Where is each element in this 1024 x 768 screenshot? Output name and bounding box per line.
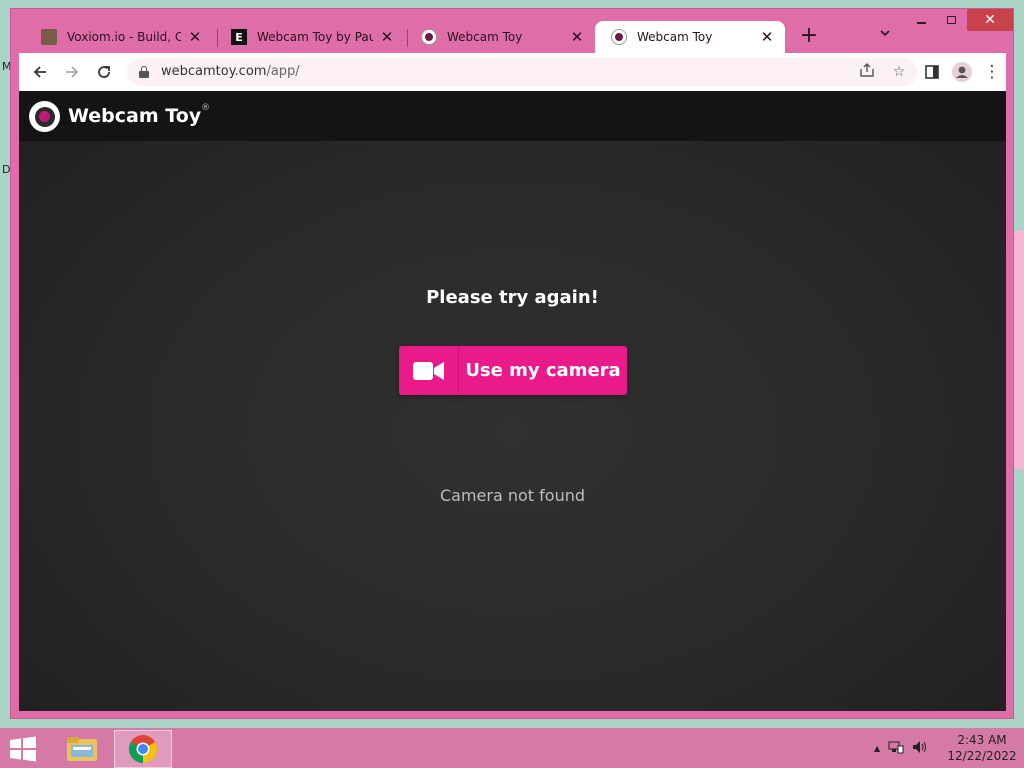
address-bar[interactable]: webcamtoy.com/app/ ☆ — [127, 58, 917, 86]
share-icon[interactable] — [857, 62, 877, 82]
lock-icon[interactable] — [139, 66, 149, 78]
taskbar-clock[interactable]: 2:43 AM 12/22/2022 — [944, 732, 1020, 764]
tab-strip: Voxiom.io - Build, Craft ✕ E Webcam Toy … — [11, 9, 1013, 53]
use-my-camera-button[interactable]: Use my camera — [399, 346, 627, 395]
tray-expand-icon[interactable]: ▲ — [874, 744, 880, 753]
side-panel-icon[interactable] — [919, 59, 945, 85]
tab-webcam-toy-by-paul[interactable]: E Webcam Toy by Paul Ne ✕ — [215, 21, 405, 53]
tab-search-chevron-icon[interactable] — [875, 27, 895, 47]
taskbar: ▲ 2:43 AM 12/22/2022 — [0, 728, 1024, 768]
desktop-wallpaper-shape — [1014, 230, 1024, 470]
tab-title: Webcam Toy by Paul Ne — [257, 30, 373, 44]
tab-close-icon[interactable]: ✕ — [569, 29, 585, 45]
tab-title: Webcam Toy — [637, 30, 713, 44]
tab-voxiom[interactable]: Voxiom.io - Build, Craft ✕ — [25, 21, 213, 53]
system-tray: ▲ — [874, 738, 928, 758]
network-icon[interactable] — [888, 740, 904, 757]
maximize-button[interactable] — [937, 9, 965, 31]
url-path: /app/ — [266, 64, 300, 79]
url-host: webcamtoy.com — [161, 64, 267, 79]
windows-start-icon[interactable] — [8, 736, 38, 762]
back-arrow-icon — [33, 66, 46, 78]
close-window-button[interactable]: ✕ — [967, 9, 1013, 31]
tab-close-icon[interactable]: ✕ — [379, 29, 395, 45]
camera-button-label: Use my camera — [465, 360, 621, 381]
chrome-taskbar-icon[interactable] — [114, 730, 172, 768]
site-header: Webcam Toy® — [19, 91, 1006, 141]
registered-mark: ® — [201, 103, 211, 113]
camera-status-message: Camera not found — [439, 486, 586, 505]
reload-icon — [98, 66, 110, 78]
url-text[interactable]: webcamtoy.com/app/ — [161, 64, 300, 79]
tab-close-icon[interactable]: ✕ — [187, 29, 203, 45]
file-explorer-icon[interactable] — [58, 730, 106, 768]
tab-title: Webcam Toy — [447, 30, 523, 44]
letter-e-icon: E — [231, 29, 247, 45]
tab-title: Voxiom.io - Build, Craft — [67, 30, 181, 44]
retry-prompt: Please try again! — [426, 287, 599, 308]
minimize-button[interactable] — [907, 9, 935, 31]
browser-toolbar: webcamtoy.com/app/ ☆ ⋮ — [19, 53, 1006, 91]
site-name-text: Webcam Toy — [68, 105, 202, 127]
forward-arrow-icon — [66, 66, 79, 78]
back-button[interactable] — [27, 59, 53, 85]
bookmark-star-icon[interactable]: ☆ — [889, 62, 909, 82]
browser-window: Voxiom.io - Build, Craft ✕ E Webcam Toy … — [10, 8, 1014, 719]
browser-menu-icon[interactable]: ⋮ — [979, 59, 1005, 85]
new-tab-button[interactable]: + — [797, 25, 821, 49]
webcamtoy-icon — [421, 29, 437, 45]
volume-icon[interactable] — [912, 740, 928, 757]
clock-date: 12/22/2022 — [947, 749, 1017, 763]
profile-avatar-icon[interactable] — [949, 59, 975, 85]
video-camera-icon — [399, 346, 459, 395]
webcam-toy-page: Webcam Toy® Please try again! Use my cam… — [19, 91, 1006, 711]
tab-webcam-toy-active[interactable]: Webcam Toy ✕ — [595, 21, 785, 53]
voxiom-icon — [41, 29, 57, 45]
site-title[interactable]: Webcam Toy® — [68, 103, 211, 127]
webcam-toy-logo-icon[interactable] — [29, 101, 60, 132]
webcamtoy-icon — [611, 29, 627, 45]
tab-webcam-toy[interactable]: Webcam Toy ✕ — [405, 21, 595, 53]
tab-close-icon[interactable]: ✕ — [759, 29, 775, 45]
forward-button[interactable] — [59, 59, 85, 85]
clock-time: 2:43 AM — [957, 733, 1007, 747]
reload-button[interactable] — [91, 59, 117, 85]
